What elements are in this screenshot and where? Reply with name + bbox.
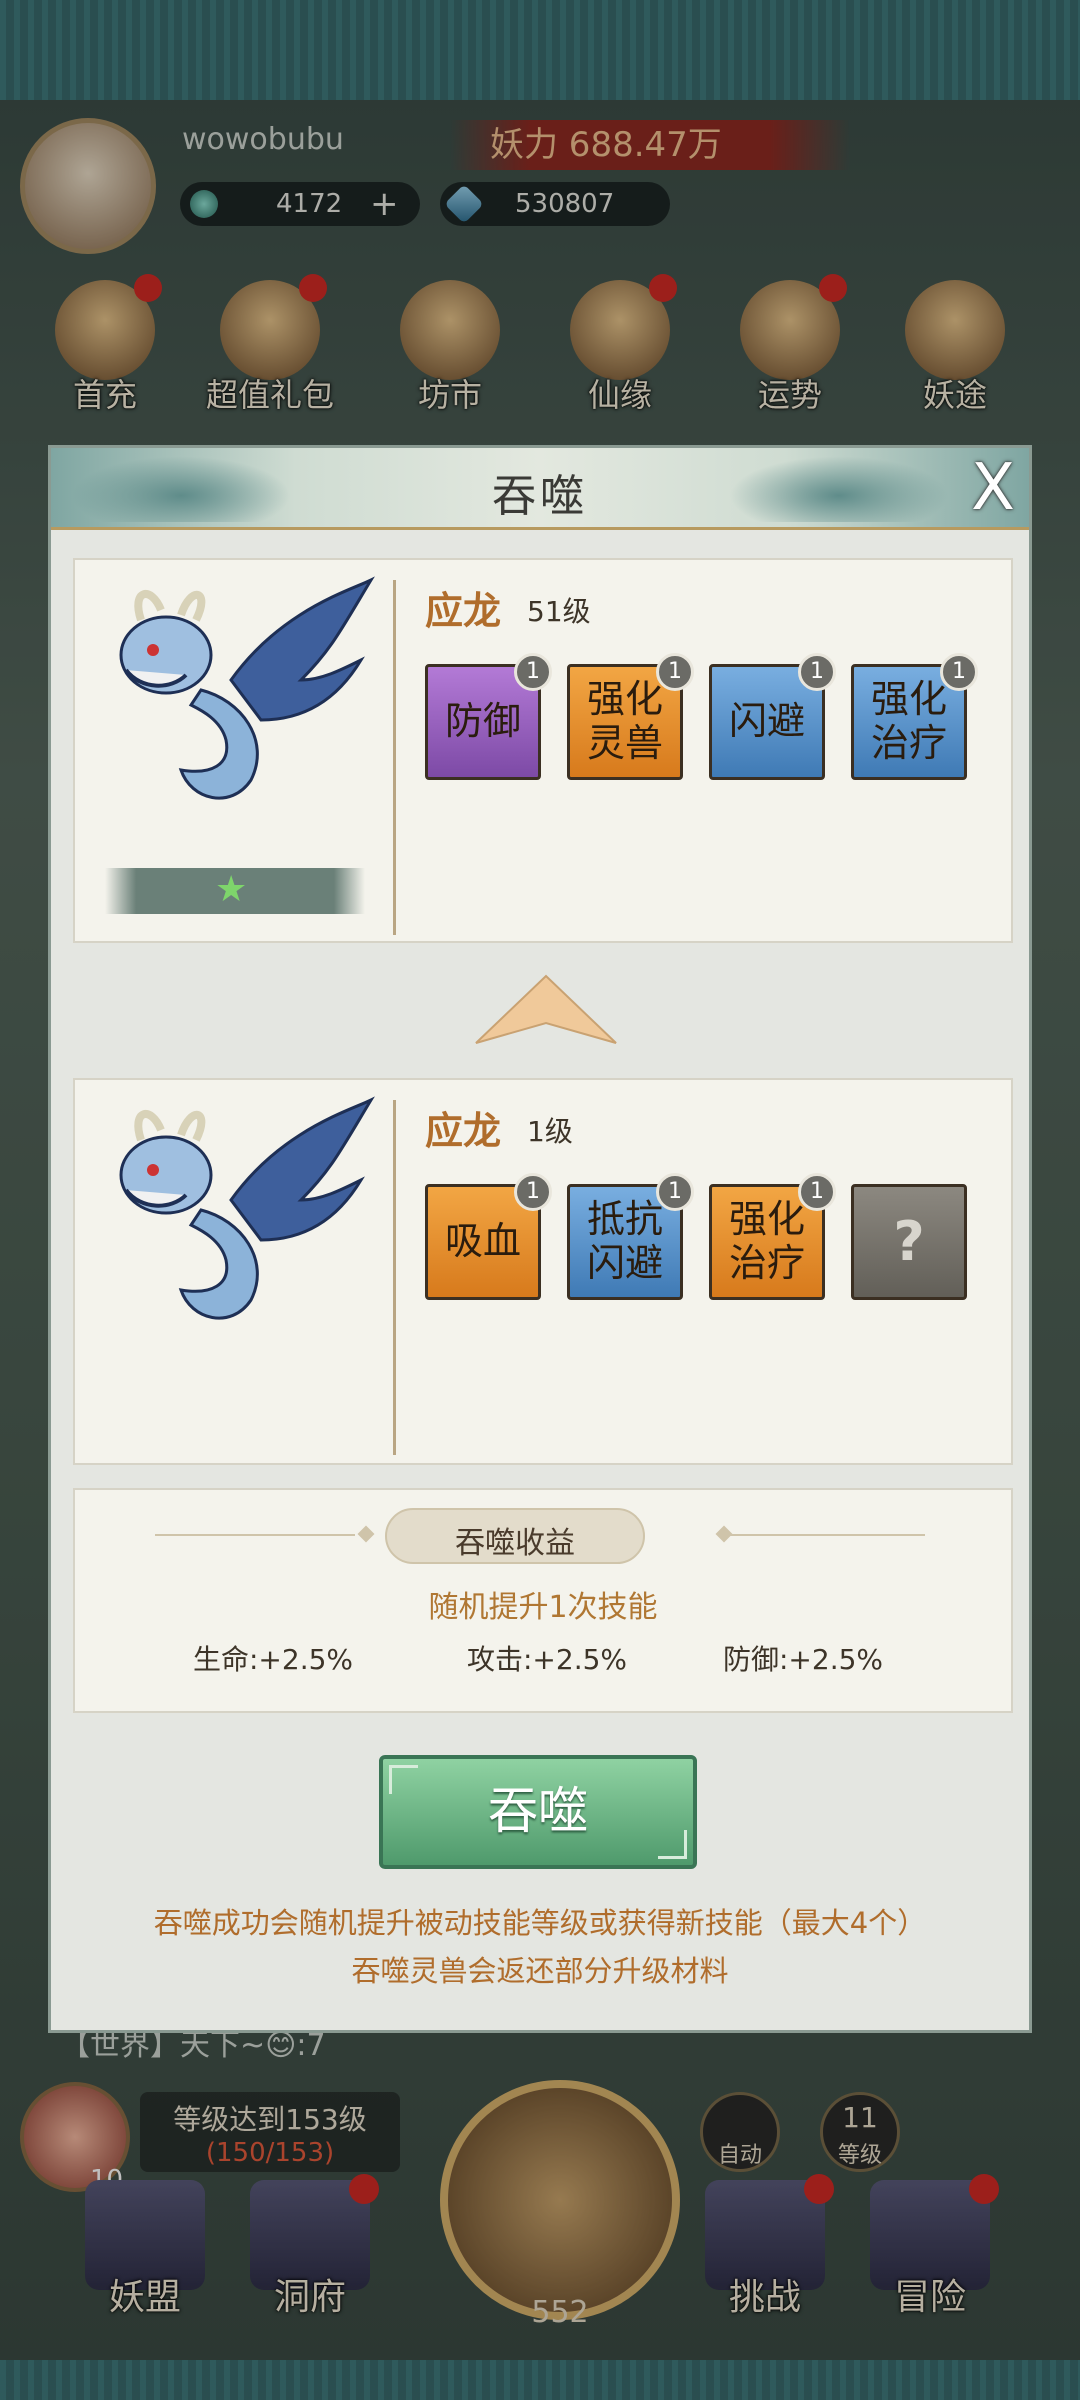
gain-description: 随机提升1次技能 — [428, 1590, 658, 1625]
devour-dialog: 吞噬 X ★ 应龙 51级 防御 1 强化 灵兽 1 闪避 1 强化 治疗 1 … — [48, 445, 1032, 2033]
material-beast-panel: 应龙 1级 吸血 1 抵抗 闪避 1 强化 治疗 1 ? — [73, 1078, 1013, 1465]
material-beast-name: 应龙 — [425, 1108, 502, 1153]
skill-name: 闪避 — [728, 699, 805, 744]
devour-gain-panel: 吞噬收益 随机提升1次技能 生命:+2.5% 攻击:+2.5% 防御:+2.5% — [73, 1488, 1013, 1713]
skill-level-badge: 1 — [940, 653, 978, 691]
target-beast-name: 应龙 — [425, 588, 502, 633]
dialog-header: 吞噬 X — [51, 448, 1029, 530]
devour-note-2: 吞噬灵兽会返还部分升级材料 — [351, 1954, 729, 1988]
devour-note-1: 吞噬成功会随机提升被动技能等级或获得新技能（最大4个） — [153, 1906, 927, 1940]
skill-name: 强化 治疗 — [870, 677, 947, 765]
skill-level-badge: 1 — [656, 1173, 694, 1211]
gain-defense: 防御:+2.5% — [723, 1643, 884, 1676]
divider — [393, 580, 396, 935]
gain-hp: 生命:+2.5% — [193, 1643, 354, 1676]
target-skill-3[interactable]: 闪避 1 — [709, 653, 836, 780]
skill-name: 强化 灵兽 — [586, 677, 663, 765]
devour-button[interactable]: 吞噬 — [379, 1755, 697, 1869]
gain-title: 吞噬收益 — [455, 1526, 575, 1561]
skill-name: 吸血 — [444, 1219, 521, 1264]
target-skill-1[interactable]: 防御 1 — [425, 653, 552, 780]
skill-level-badge: 1 — [798, 1173, 836, 1211]
skill-level-badge: 1 — [656, 653, 694, 691]
close-icon[interactable]: X — [961, 456, 1025, 522]
target-skill-4[interactable]: 强化 治疗 1 — [851, 653, 978, 780]
star-icon: ★ — [215, 869, 248, 910]
arrow-up-icon — [475, 974, 617, 1044]
target-beast-level: 51级 — [527, 595, 591, 628]
skill-level-badge: 1 — [514, 1173, 552, 1211]
material-beast-level: 1级 — [527, 1115, 573, 1148]
divider — [715, 1525, 733, 1543]
star-rating: ★ — [105, 868, 365, 914]
target-skill-2[interactable]: 强化 灵兽 1 — [567, 653, 694, 780]
divider — [725, 1534, 925, 1536]
dragon-portrait-image — [119, 1096, 375, 1320]
skill-name: 抵抗 闪避 — [586, 1197, 663, 1285]
skill-name: 防御 — [444, 699, 521, 744]
skill-level-badge: 1 — [798, 653, 836, 691]
material-skill-1[interactable]: 吸血 1 — [425, 1173, 552, 1300]
question-mark-icon: ? — [893, 1209, 925, 1273]
divider — [357, 1525, 375, 1543]
skill-level-badge: 1 — [514, 653, 552, 691]
target-beast-panel: ★ 应龙 51级 防御 1 强化 灵兽 1 闪避 1 强化 治疗 1 — [73, 558, 1013, 943]
bottom-pattern-bar — [0, 2360, 1080, 2400]
top-pattern-bar — [0, 0, 1080, 100]
material-skill-3[interactable]: 强化 治疗 1 — [709, 1173, 836, 1300]
divider — [155, 1534, 355, 1536]
gain-attack: 攻击:+2.5% — [467, 1643, 628, 1676]
divider — [393, 1100, 396, 1455]
material-skill-2[interactable]: 抵抗 闪避 1 — [567, 1173, 694, 1300]
dragon-portrait-image — [119, 576, 375, 800]
dialog-title: 吞噬 — [492, 471, 588, 522]
unknown-skill-slot[interactable]: ? — [851, 1184, 967, 1300]
skill-name: 强化 治疗 — [728, 1197, 805, 1285]
